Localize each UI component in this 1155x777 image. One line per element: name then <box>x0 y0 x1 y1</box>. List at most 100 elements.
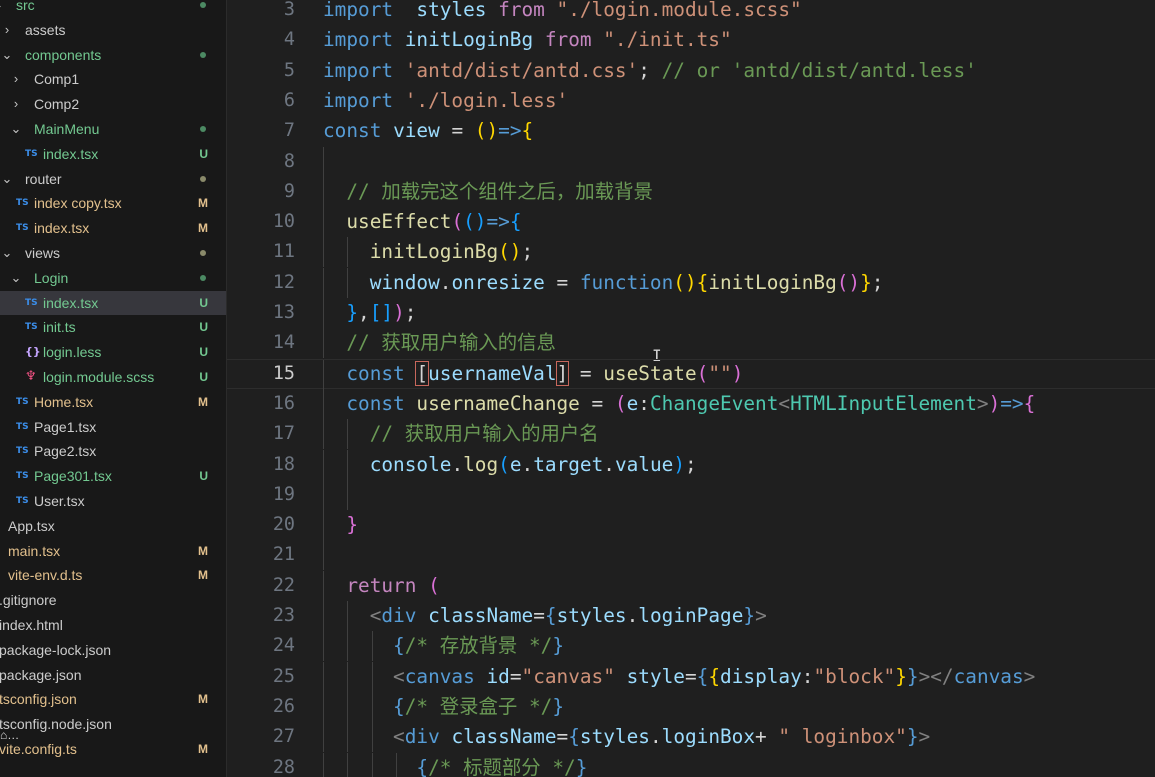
code-line[interactable]: 4 import initLoginBg from "./init.ts" <box>227 25 1155 55</box>
explorer-file[interactable]: TS Page301.tsx U <box>0 464 226 488</box>
explorer-file[interactable]: package-lock.json <box>0 638 226 662</box>
explorer-folder[interactable]: ⌄ views <box>0 241 226 265</box>
code-line[interactable]: 14 // 获取用户输入的信息 <box>227 328 1155 359</box>
explorer-file[interactable]: TS init.ts U <box>0 315 226 339</box>
code-line[interactable]: 26 {/* 登录盒子 */} <box>227 691 1155 722</box>
chevron-right-icon[interactable]: › <box>10 67 22 91</box>
code-line[interactable]: 22 return ( <box>227 570 1155 601</box>
code-line[interactable]: 27 <div className={styles.loginBox+ " lo… <box>227 722 1155 753</box>
code-token: // 获取用户输入的用户名 <box>369 422 599 446</box>
explorer-folder[interactable]: ⌄ components <box>0 43 226 67</box>
explorer-file[interactable]: TS Page1.tsx <box>0 415 226 439</box>
explorer-item-label: login.less <box>43 344 102 361</box>
explorer-item-label: init.ts <box>43 319 76 336</box>
chevron-down-icon[interactable]: ⌄ <box>10 117 22 141</box>
explorer-file[interactable]: {} login.less U <box>0 340 226 364</box>
code-token: const <box>323 119 382 143</box>
code-text: // 获取用户输入的信息 <box>323 328 556 358</box>
code-token: < <box>369 604 382 627</box>
explorer-folder[interactable]: ⌄ Login <box>0 266 226 290</box>
code-text: {/* 标题部分 */} <box>323 753 587 777</box>
code-line[interactable]: 7 const view = ()=>{ <box>227 116 1155 146</box>
code-token: 'antd/dist/antd.css' <box>404 58 639 82</box>
code-line[interactable]: 10 useEffect(()=>{ <box>227 207 1155 238</box>
explorer-file[interactable]: TS User.tsx <box>0 489 226 513</box>
code-line[interactable]: 24 {/* 存放背景 */} <box>227 631 1155 662</box>
explorer-file[interactable]: main.tsx M <box>0 539 226 563</box>
code-line[interactable]: 9 // 加载完这个组件之后，加载背景 <box>227 176 1155 207</box>
code-token: > <box>976 391 989 415</box>
chevron-down-icon[interactable]: ⌄ <box>0 0 4 17</box>
explorer-file[interactable]: ♆ login.module.scss U <box>0 365 226 389</box>
code-line[interactable]: 6 import './login.less' <box>227 86 1155 116</box>
code-editor[interactable]: I 3 import styles from "./login.module.sc… <box>227 0 1155 777</box>
code-token: import <box>323 28 394 52</box>
explorer-folder[interactable]: › assets <box>0 18 226 42</box>
explorer-file[interactable]: TS index.tsx M <box>0 216 226 240</box>
chevron-right-icon[interactable]: › <box>10 92 22 116</box>
code-line[interactable]: 8 <box>227 146 1155 177</box>
explorer-file[interactable]: vite-env.d.ts M <box>0 563 226 587</box>
code-line[interactable]: 12 window.onresize = function(){initLogi… <box>227 267 1155 298</box>
explorer-folder[interactable]: › Comp1 <box>0 67 226 91</box>
explorer-file[interactable]: App.tsx <box>0 514 226 538</box>
code-token: console <box>369 452 452 476</box>
code-token: : <box>801 664 814 688</box>
code-token: > <box>755 604 767 627</box>
explorer-file[interactable]: TS index.tsx U <box>0 290 226 315</box>
code-line[interactable]: 5 import 'antd/dist/antd.css'; // or 'ant… <box>227 56 1155 86</box>
code-line[interactable]: 13 },[]); <box>227 298 1155 328</box>
explorer-folder[interactable]: ⌄ MainMenu <box>0 117 226 141</box>
code-line[interactable]: 17 // 获取用户输入的用户名 <box>227 419 1155 450</box>
code-line[interactable]: 23 <div className={styles.loginPage}> <box>227 601 1155 631</box>
code-text: const [usernameVal] = useState("") <box>323 360 743 388</box>
code-token: canvas <box>953 664 1024 688</box>
line-number: 9 <box>283 180 295 202</box>
explorer-file[interactable]: TS Page2.tsx <box>0 439 226 463</box>
chevron-down-icon[interactable]: ⌄ <box>1 43 13 67</box>
code-line[interactable]: 20 } <box>227 510 1155 541</box>
explorer-file[interactable]: TS index copy.tsx M <box>0 191 226 215</box>
git-status-dot <box>200 51 206 58</box>
code-line[interactable]: 28 {/* 标题部分 */} <box>227 752 1155 777</box>
explorer-sidebar[interactable]: ⌄src›assets⌄components›Comp1›Comp2⌄MainM… <box>0 0 227 777</box>
code-line[interactable]: 18 console.log(e.target.value); <box>227 449 1155 480</box>
chevron-right-icon[interactable]: › <box>1 18 13 42</box>
explorer-folder[interactable]: › Comp2 <box>0 92 226 116</box>
code-text: // 加载完这个组件之后，加载背景 <box>323 177 653 207</box>
explorer-file[interactable]: .gitignore <box>0 588 226 612</box>
code-text: initLoginBg(); <box>323 237 533 267</box>
code-line[interactable]: 3 import styles from "./login.module.scss… <box>227 0 1155 25</box>
explorer-file[interactable]: index.html <box>0 613 226 637</box>
code-token: from <box>544 28 592 52</box>
code-line[interactable]: 16 const usernameChange = (e:ChangeEvent… <box>227 388 1155 419</box>
code-token: e <box>509 452 522 476</box>
explorer-file[interactable]: tsconfig.json M <box>0 687 226 711</box>
explorer-file[interactable]: vite.config.ts M <box>0 737 226 761</box>
chevron-down-icon[interactable]: ⌄ <box>1 167 13 191</box>
explorer-folder[interactable]: ⌄ router <box>0 167 226 191</box>
explorer-folder[interactable]: ⌄ src <box>0 0 226 17</box>
code-token: [] <box>369 301 394 324</box>
code-line[interactable]: 15 const [usernameVal] = useState("") <box>227 358 1155 390</box>
code-line[interactable]: 25 <canvas id="canvas" style={{display:"… <box>227 661 1155 692</box>
code-token: import <box>323 58 394 82</box>
explorer-file[interactable]: TS index.tsx U <box>0 142 226 166</box>
code-token: } <box>906 664 919 688</box>
ts-file-icon: TS <box>25 322 38 333</box>
code-line[interactable]: 19 <box>227 479 1155 510</box>
code-text: {/* 存放背景 */} <box>323 631 564 661</box>
code-line[interactable]: 21 <box>227 540 1155 571</box>
code-token: = <box>579 391 615 415</box>
chevron-down-icon[interactable]: ⌄ <box>1 241 13 265</box>
accounts-icon[interactable]: ⌂… <box>0 728 19 742</box>
code-line[interactable]: 11 initLoginBg(); <box>227 237 1155 268</box>
explorer-file[interactable]: TS Home.tsx M <box>0 390 226 414</box>
explorer-item-label: Login <box>34 269 69 286</box>
explorer-file[interactable]: tsconfig.node.json <box>0 712 226 736</box>
explorer-item-label: package-lock.json <box>0 641 112 658</box>
chevron-down-icon[interactable]: ⌄ <box>10 266 22 290</box>
explorer-file[interactable]: package.json <box>0 663 226 687</box>
